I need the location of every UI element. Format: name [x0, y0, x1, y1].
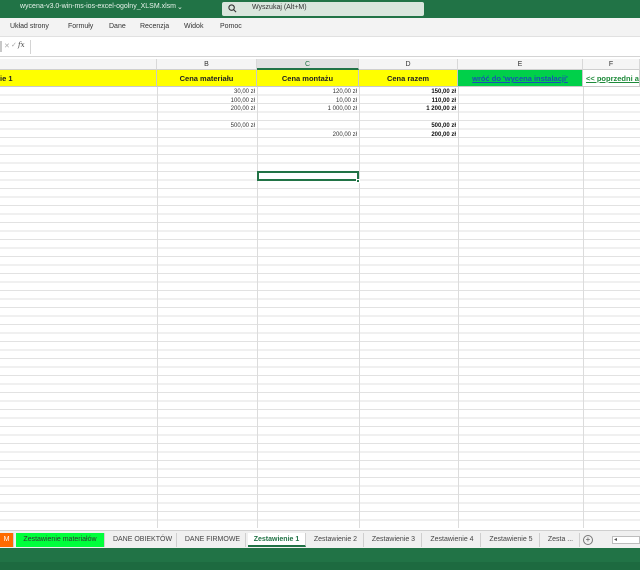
tab-review[interactable]: Recenzja: [140, 23, 169, 30]
column-header-a[interactable]: [0, 59, 157, 70]
sheet-tab-objects[interactable]: DANE OBIEKTÓW: [109, 533, 177, 547]
cell-b-row6[interactable]: [157, 131, 255, 139]
window-title: wycena-v3.0-win-ms-ios-excel-ogolny_XLSM…: [20, 3, 176, 10]
formula-input[interactable]: [30, 40, 640, 54]
column-divider: [257, 87, 258, 528]
formula-bar: ✕ ✓ fx: [0, 37, 640, 57]
taskbar-strip: [0, 562, 640, 570]
cell-b-row2[interactable]: 100,00 zł: [157, 97, 255, 105]
cell-d-row2[interactable]: 110,00 zł: [359, 97, 456, 105]
cell-c-row5[interactable]: [257, 122, 357, 130]
horizontal-scrollbar[interactable]: ◂: [612, 536, 640, 544]
search-icon: [228, 4, 237, 13]
cell-d-row6[interactable]: 200,00 zł: [359, 131, 456, 139]
cell-c-row3[interactable]: 1 000,00 zł: [257, 105, 357, 113]
sheet-tab-zestawienie-1[interactable]: Zestawienie 1: [248, 533, 306, 547]
cell-b-row3[interactable]: 200,00 zł: [157, 105, 255, 113]
cell-d-row3[interactable]: 1 200,00 zł: [359, 105, 456, 113]
column-divider: [359, 87, 360, 528]
fill-handle[interactable]: [356, 179, 360, 183]
column-header-c[interactable]: C: [257, 59, 359, 70]
cell-c-row2[interactable]: 10,00 zł: [257, 97, 357, 105]
tab-data[interactable]: Dane: [109, 23, 126, 30]
title-bar: wycena-v3.0-win-ms-ios-excel-ogolny_XLSM…: [0, 0, 640, 18]
sheet-tab-zestawienie-4[interactable]: Zestawienie 4: [424, 533, 481, 547]
column-header-f[interactable]: F: [583, 59, 640, 70]
column-header-b[interactable]: B: [157, 59, 257, 70]
sheet-tab-company[interactable]: DANE FIRMOWE: [180, 533, 246, 547]
cell-c-row1[interactable]: 120,00 zł: [257, 88, 357, 96]
header-cell-a[interactable]: ie 1: [0, 70, 157, 87]
grid-lines: [0, 87, 640, 528]
ribbon-tabs: Układ strony Formuły Dane Recenzja Widok…: [0, 18, 640, 37]
cell-d-row5[interactable]: 500,00 zł: [359, 122, 456, 130]
active-cell-selection[interactable]: [257, 171, 359, 181]
cell-b-row5[interactable]: 500,00 zł: [157, 122, 255, 130]
search-box[interactable]: Wyszukaj (Alt+M): [222, 2, 424, 16]
sheet-tab-zestawienie-2[interactable]: Zestawienie 2: [308, 533, 364, 547]
tab-view[interactable]: Widok: [184, 23, 203, 30]
sheet-tabs-bar: M Zestawienie materiałów DANE OBIEKTÓW D…: [0, 530, 640, 548]
tab-page-layout[interactable]: Układ strony: [10, 23, 49, 30]
tab-formulas[interactable]: Formuły: [68, 23, 93, 30]
column-header-e[interactable]: E: [458, 59, 583, 70]
insert-function-icon[interactable]: fx: [18, 41, 25, 49]
worksheet-grid[interactable]: B C D E F ie 1 Cena materiału Cena monta…: [0, 57, 640, 528]
cancel-icon[interactable]: ✕: [4, 42, 10, 50]
cell-d-row1[interactable]: 150,00 zł: [359, 88, 456, 96]
status-bar: [0, 548, 640, 570]
column-divider: [583, 87, 584, 528]
column-header-d[interactable]: D: [359, 59, 458, 70]
header-cell-install-price[interactable]: Cena montażu: [257, 70, 359, 87]
column-divider: [458, 87, 459, 528]
sheet-tab-m[interactable]: M: [0, 533, 14, 547]
check-icon[interactable]: ✓: [11, 41, 17, 49]
previous-sheet-link[interactable]: << poprzedni ar: [583, 70, 640, 87]
header-cell-total-price[interactable]: Cena razem: [359, 70, 458, 87]
column-divider: [157, 87, 158, 528]
title-dropdown-icon[interactable]: ⌄: [177, 3, 183, 11]
sheet-tab-materials[interactable]: Zestawienie materiałów: [16, 533, 105, 547]
sheet-tab-zestawienie-5[interactable]: Zestawienie 5: [483, 533, 540, 547]
sheet-tab-zestawienie-3[interactable]: Zestawienie 3: [366, 533, 422, 547]
search-placeholder: Wyszukaj (Alt+M): [252, 4, 307, 11]
scroll-left-icon[interactable]: ◂: [614, 537, 617, 544]
back-to-quote-link[interactable]: wróć do 'wycena instalacji': [458, 70, 583, 87]
cell-c-row6[interactable]: 200,00 zł: [257, 131, 357, 139]
formula-bar-divider: [0, 41, 2, 52]
cell-b-row1[interactable]: 30,00 zł: [157, 88, 255, 96]
sheet-tab-more[interactable]: Zesta ...: [542, 533, 580, 547]
tab-help[interactable]: Pomoc: [220, 23, 242, 30]
header-cell-material-price[interactable]: Cena materiału: [157, 70, 257, 87]
add-sheet-icon[interactable]: +: [583, 535, 593, 545]
